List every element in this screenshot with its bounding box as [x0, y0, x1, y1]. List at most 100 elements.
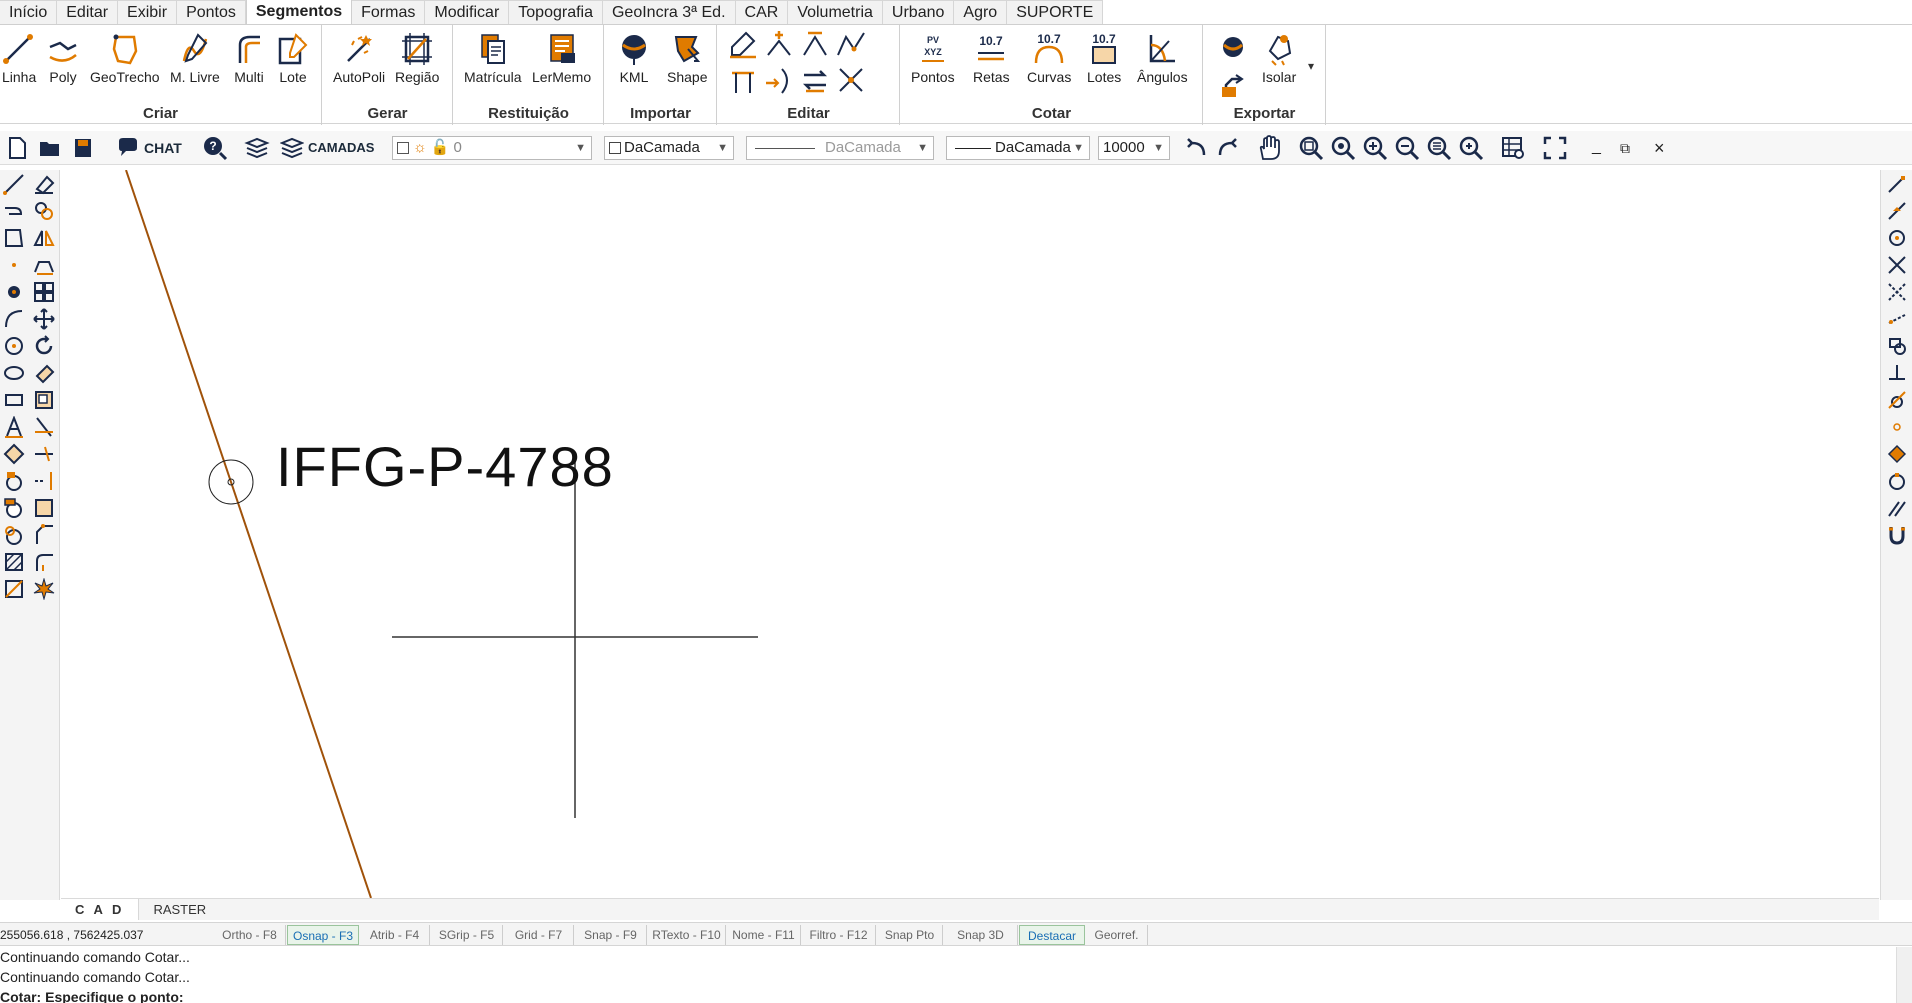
tool-erase[interactable]: [31, 171, 57, 197]
snap-apparent-intersection[interactable]: [1883, 279, 1911, 305]
toggle-snap-pto[interactable]: Snap Pto: [877, 925, 943, 945]
zoom-realtime-icon[interactable]: [1330, 135, 1356, 161]
zoom-window-icon[interactable]: [1298, 135, 1324, 161]
cotar-curvas-button[interactable]: 10.7 Curvas: [1027, 31, 1071, 85]
snap-endpoint[interactable]: [1883, 171, 1911, 197]
toggle-georref[interactable]: Georref.: [1086, 925, 1148, 945]
tool-fillet[interactable]: [31, 549, 57, 575]
undo-icon[interactable]: [1184, 135, 1208, 161]
geotrecho-button[interactable]: GeoTrecho: [90, 31, 160, 85]
open-folder-icon[interactable]: [38, 135, 62, 161]
multi-button[interactable]: Multi: [232, 31, 266, 85]
tool-arc[interactable]: [1, 306, 27, 332]
snap-insertion[interactable]: [1883, 333, 1911, 359]
menu-tab-car[interactable]: CAR: [735, 0, 789, 24]
layers-icon[interactable]: [280, 135, 304, 161]
chat-button[interactable]: CHAT: [144, 135, 182, 161]
linha-button[interactable]: Linha: [2, 31, 36, 85]
tool-copy[interactable]: [31, 198, 57, 224]
snap-center[interactable]: [1883, 225, 1911, 251]
cotar-pontos-button[interactable]: PV XYZ Pontos: [911, 31, 955, 85]
menu-tab-formas[interactable]: Formas: [352, 0, 426, 24]
menu-tab-editar[interactable]: Editar: [57, 0, 119, 24]
snap-nearest[interactable]: [1883, 468, 1911, 494]
tool-insert[interactable]: [1, 468, 27, 494]
menu-tab-geoincra[interactable]: GeoIncra 3ª Ed.: [602, 0, 736, 24]
tool-trim[interactable]: [31, 441, 57, 467]
tool-extend[interactable]: [31, 468, 57, 494]
snap-extension[interactable]: [1883, 306, 1911, 332]
tool-text[interactable]: [1, 414, 27, 440]
pan-hand-icon[interactable]: [1256, 135, 1282, 161]
tool-circle[interactable]: [1, 333, 27, 359]
snap-quadrant[interactable]: [1883, 441, 1911, 467]
fullscreen-icon[interactable]: [1542, 135, 1568, 161]
vertex-remove-icon[interactable]: [836, 29, 866, 59]
toggle-destacar[interactable]: Destacar: [1019, 925, 1085, 945]
toggle-rtexto[interactable]: RTexto - F10: [648, 925, 726, 945]
redo-icon[interactable]: [1216, 135, 1240, 161]
tool-region[interactable]: [1, 576, 27, 602]
snap-magnet[interactable]: [1883, 522, 1911, 548]
toggle-filtro[interactable]: Filtro - F12: [802, 925, 876, 945]
menu-tab-inicio[interactable]: Início: [0, 0, 58, 24]
zoom-extents-icon[interactable]: [1426, 135, 1452, 161]
snap-node[interactable]: [1883, 414, 1911, 440]
tool-block[interactable]: [1, 441, 27, 467]
menu-tab-agro[interactable]: Agro: [954, 0, 1008, 24]
menu-tab-volumetria[interactable]: Volumetria: [788, 0, 883, 24]
menu-tab-urbano[interactable]: Urbano: [882, 0, 955, 24]
vertex-move-icon[interactable]: [800, 29, 830, 59]
tool-rect-poly[interactable]: [1, 225, 27, 251]
lineweight-select[interactable]: DaCamada ▼: [946, 136, 1090, 160]
tab-cad[interactable]: C A D: [61, 899, 140, 920]
zoom-previous-icon[interactable]: [1458, 135, 1484, 161]
regiao-button[interactable]: Região: [395, 31, 439, 85]
tool-offset[interactable]: [31, 252, 57, 278]
toggle-nome[interactable]: Nome - F11: [727, 925, 801, 945]
tool-lengthen[interactable]: [31, 414, 57, 440]
tool-donut[interactable]: [1, 522, 27, 548]
snap-tangent[interactable]: [1883, 387, 1911, 413]
tool-hatch-circle[interactable]: [1, 495, 27, 521]
zoom-in-icon[interactable]: [1362, 135, 1388, 161]
ribbon-more-dropdown[interactable]: ▾: [1308, 59, 1314, 73]
reverse-icon[interactable]: [800, 65, 830, 95]
survey-point-label[interactable]: IFFG-P-4788: [276, 434, 614, 499]
snap-intersection[interactable]: [1883, 252, 1911, 278]
minimize-button[interactable]: _: [1592, 135, 1601, 161]
properties-grid-icon[interactable]: [1500, 135, 1526, 161]
tool-rectangle[interactable]: [1, 387, 27, 413]
survey-boundary-line[interactable]: [125, 170, 372, 898]
save-icon[interactable]: [72, 135, 94, 161]
tool-break[interactable]: [31, 495, 57, 521]
vertex-add-icon[interactable]: [764, 29, 794, 59]
toggle-ortho[interactable]: Ortho - F8: [214, 925, 286, 945]
menu-tab-exibir[interactable]: Exibir: [118, 0, 178, 24]
menu-tab-modificar[interactable]: Modificar: [425, 0, 510, 24]
command-line[interactable]: Continuando comando Cotar... Continuando…: [0, 947, 1912, 1003]
chat-icon[interactable]: [116, 135, 140, 161]
new-file-icon[interactable]: [6, 135, 28, 161]
drawing-canvas[interactable]: IFFG-P-4788: [61, 170, 1879, 898]
autopoli-button[interactable]: AutoPoli: [333, 31, 385, 85]
tool-node[interactable]: [1, 279, 27, 305]
export-globe-icon[interactable]: [1218, 33, 1248, 63]
intersect-icon[interactable]: [836, 65, 866, 95]
shape-button[interactable]: Shape: [667, 31, 707, 85]
tool-explode[interactable]: [31, 576, 57, 602]
tool-rotate[interactable]: [31, 333, 57, 359]
toggle-snap-3d[interactable]: Snap 3D: [944, 925, 1018, 945]
menu-tab-suporte[interactable]: SUPORTE: [1007, 0, 1104, 24]
tab-raster[interactable]: RASTER: [139, 899, 220, 920]
tool-array[interactable]: [31, 279, 57, 305]
toggle-atrib[interactable]: Atrib - F4: [360, 925, 430, 945]
extend-icon[interactable]: [764, 65, 794, 95]
zoom-out-icon[interactable]: [1394, 135, 1420, 161]
menu-tab-topografia[interactable]: Topografia: [509, 0, 603, 24]
cotar-angulos-button[interactable]: Ângulos: [1137, 31, 1188, 85]
toggle-sgrip[interactable]: SGrip - F5: [431, 925, 503, 945]
tool-hatch[interactable]: [1, 549, 27, 575]
tool-stretch[interactable]: [31, 387, 57, 413]
layer-select[interactable]: ☼ 🔓 0 ▼: [392, 136, 592, 160]
